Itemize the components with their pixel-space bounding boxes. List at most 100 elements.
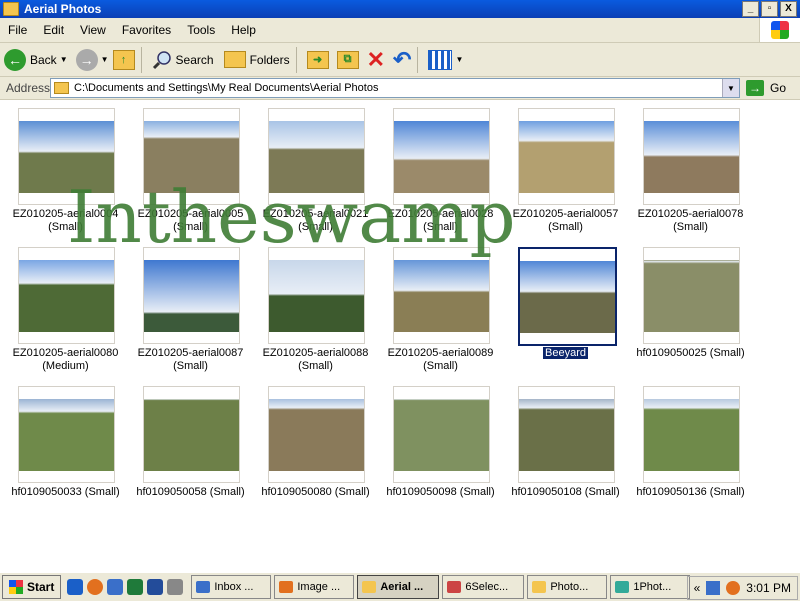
- menu-tools[interactable]: Tools: [179, 23, 223, 37]
- thumbnail-frame[interactable]: [518, 247, 617, 346]
- delete-button[interactable]: ✕: [367, 46, 385, 74]
- chevron-down-icon[interactable]: ▼: [722, 79, 739, 97]
- title-bar: Aerial Photos _ ▫ X: [0, 0, 800, 18]
- thumbnail-frame[interactable]: [393, 386, 490, 483]
- taskbar-button-label: 6Selec...: [465, 581, 509, 593]
- thumbnail-caption[interactable]: EZ010205-aerial0087 (Small): [128, 347, 253, 373]
- thumbnail-caption[interactable]: hf0109050136 (Small): [628, 486, 753, 499]
- chevron-down-icon[interactable]: ▼: [101, 55, 109, 64]
- firefox-icon[interactable]: [87, 579, 104, 595]
- thumbnail-caption[interactable]: Beeyard: [503, 347, 628, 360]
- thumbnail-caption[interactable]: EZ010205-aerial0089 (Small): [378, 347, 503, 373]
- aerial-photo-thumbnail: [19, 260, 114, 332]
- thumbnail-frame[interactable]: [143, 247, 240, 344]
- excel-icon[interactable]: [127, 579, 144, 595]
- taskbar-button[interactable]: 6Selec...: [442, 575, 525, 599]
- address-input[interactable]: C:\Documents and Settings\My Real Docume…: [50, 78, 740, 98]
- copy-to-icon: ⧉: [336, 50, 359, 69]
- thumbnail-frame[interactable]: [518, 386, 615, 483]
- move-to-button[interactable]: ➜: [306, 46, 329, 74]
- thumbnail-caption[interactable]: hf0109050058 (Small): [128, 486, 253, 499]
- folders-button[interactable]: Folders: [223, 46, 290, 74]
- thumbnail-frame[interactable]: [268, 247, 365, 344]
- taskbar-button-label: Inbox ...: [214, 581, 254, 593]
- toolbar-separator: [417, 46, 419, 73]
- caption-line: EZ010205-aerial0080: [12, 347, 119, 359]
- thumbnail-caption[interactable]: EZ010205-aerial0078 (Small): [628, 208, 753, 234]
- address-value[interactable]: C:\Documents and Settings\My Real Docume…: [74, 82, 378, 94]
- thumbnail-frame[interactable]: [268, 386, 365, 483]
- go-button[interactable]: → Go: [746, 80, 786, 96]
- thumbnail-frame[interactable]: [18, 247, 115, 344]
- tray-app-icon[interactable]: [726, 581, 741, 595]
- clock[interactable]: 3:01 PM: [746, 581, 791, 595]
- caption-line: hf0109050108 (Small): [511, 486, 620, 498]
- taskbar-button[interactable]: Aerial ...: [357, 575, 440, 599]
- thumbnail-frame[interactable]: [643, 247, 740, 344]
- thumbnail-caption[interactable]: hf0109050098 (Small): [378, 486, 503, 499]
- caption-line: EZ010205-aerial0087: [137, 347, 244, 359]
- thumbnail-frame[interactable]: [643, 386, 740, 483]
- menu-view[interactable]: View: [72, 23, 114, 37]
- caption-line: hf0109050136 (Small): [636, 486, 745, 498]
- forward-button[interactable]: → ▼: [75, 46, 109, 74]
- aerial-photo-thumbnail: [520, 261, 615, 333]
- views-button[interactable]: ▼: [428, 46, 463, 74]
- word-icon[interactable]: [147, 579, 164, 595]
- desktop-icon[interactable]: [167, 579, 184, 595]
- copy-to-button[interactable]: ⧉: [336, 46, 359, 74]
- restore-button[interactable]: ▫: [761, 1, 778, 17]
- outlook-icon: [196, 581, 211, 593]
- thumbnail-caption[interactable]: hf0109050033 (Small): [3, 486, 128, 499]
- chevron-left-icon[interactable]: «: [694, 581, 701, 595]
- thumbnail-frame[interactable]: [18, 386, 115, 483]
- aerial-photo-thumbnail: [644, 121, 739, 193]
- thumbnail-caption[interactable]: EZ010205-aerial0057 (Small): [503, 208, 628, 234]
- firefox-icon: [279, 581, 294, 593]
- chevron-down-icon[interactable]: ▼: [455, 55, 463, 64]
- caption-line: EZ010205-aerial0057: [512, 208, 619, 220]
- taskbar-button[interactable]: Inbox ...: [191, 575, 272, 599]
- search-button[interactable]: Search: [152, 46, 214, 74]
- toolbar: ← Back ▼ → ▼ ↑ Search Folders ➜ ⧉ ✕ ↶ ▼: [0, 43, 800, 77]
- thumbnail-caption[interactable]: hf0109050108 (Small): [503, 486, 628, 499]
- back-button[interactable]: ← Back ▼: [4, 46, 68, 74]
- thumbnail-caption[interactable]: hf0109050025 (Small): [628, 347, 753, 360]
- app-icon: [447, 581, 462, 593]
- thumbnail-caption[interactable]: hf0109050080 (Small): [253, 486, 378, 499]
- folder-icon: [3, 2, 19, 16]
- start-button[interactable]: Start: [2, 575, 62, 599]
- thumbnail-view[interactable]: EZ010205-aerial0004 (Small) EZ010205-aeria…: [0, 100, 800, 572]
- caption-line: hf0109050098 (Small): [386, 486, 495, 498]
- aerial-photo-thumbnail: [519, 121, 614, 193]
- taskbar-button[interactable]: Photo...: [527, 575, 608, 599]
- menu-help[interactable]: Help: [223, 23, 264, 37]
- up-folder-button[interactable]: ↑: [112, 46, 135, 74]
- outlook-icon[interactable]: [107, 579, 124, 595]
- thumbnail-frame[interactable]: [393, 247, 490, 344]
- chevron-down-icon[interactable]: ▼: [60, 55, 68, 64]
- views-icon: [428, 49, 453, 70]
- thumbnail-frame[interactable]: [143, 386, 240, 483]
- caption-line: EZ010205-aerial0078: [637, 208, 744, 220]
- caption-size: (Small): [173, 360, 208, 372]
- taskbar-button[interactable]: 1Phot...: [610, 575, 691, 599]
- minimize-button[interactable]: _: [742, 1, 759, 17]
- taskbar-button-label: Photo...: [550, 581, 589, 593]
- taskbar-button[interactable]: Image ...: [274, 575, 355, 599]
- network-icon[interactable]: [706, 581, 721, 595]
- thumbnail-caption[interactable]: EZ010205-aerial0088 (Small): [253, 347, 378, 373]
- search-label: Search: [175, 52, 214, 67]
- up-folder-icon: ↑: [112, 49, 135, 70]
- menu-favorites[interactable]: Favorites: [114, 23, 179, 37]
- thumbnail-frame[interactable]: [518, 108, 615, 205]
- folder-icon: [54, 82, 69, 94]
- close-button[interactable]: X: [780, 1, 797, 17]
- menu-file[interactable]: File: [0, 23, 35, 37]
- ie-icon[interactable]: [67, 579, 84, 595]
- undo-button[interactable]: ↶: [393, 46, 411, 74]
- menu-edit[interactable]: Edit: [35, 23, 72, 37]
- folders-icon: [223, 51, 246, 68]
- thumbnail-caption[interactable]: EZ010205-aerial0080 (Medium): [3, 347, 128, 373]
- thumbnail-frame[interactable]: [643, 108, 740, 205]
